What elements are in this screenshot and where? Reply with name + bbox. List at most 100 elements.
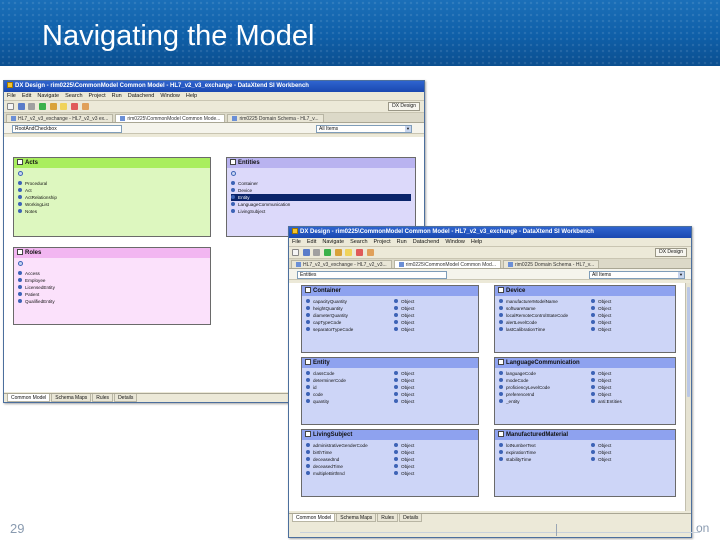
attribute-row[interactable]: capTypeCode Object	[306, 319, 474, 326]
front-window-titlebar[interactable]: DX Design - rim0225\CommonModel Common M…	[289, 227, 691, 238]
search-icon[interactable]	[345, 249, 353, 256]
menu-item-file[interactable]: File	[7, 93, 16, 99]
attribute-row[interactable]: code Object	[306, 391, 474, 398]
class-panel-livingsubject[interactable]: LivingSubject administrativeGenderCode Obj…	[301, 429, 479, 497]
editor-tab[interactable]: rim0225 Domain Schema - HL7_v...	[227, 114, 324, 122]
back-arrow-icon[interactable]	[71, 103, 79, 110]
debug-icon[interactable]	[334, 249, 342, 256]
class-list-item[interactable]: Access	[18, 270, 206, 277]
class-panel-languagecommunication[interactable]: LanguageCommunication languageCode Object m…	[494, 357, 676, 425]
class-list-item[interactable]: Procedural	[18, 180, 206, 187]
class-list-item[interactable]: Device	[231, 187, 411, 194]
menu-item-datachend[interactable]: Datachend	[413, 239, 440, 245]
front-address-field[interactable]: Entities	[297, 271, 447, 279]
roles-panel[interactable]: Roles Access Employee LicensedEntity Patien…	[13, 247, 211, 325]
run-icon[interactable]	[39, 103, 47, 110]
menu-item-project[interactable]: Project	[89, 93, 106, 99]
roles-panel-header[interactable]: Roles	[14, 248, 210, 258]
root-node-icon[interactable]	[18, 171, 23, 176]
menu-item-edit[interactable]: Edit	[307, 239, 316, 245]
class-list-item[interactable]: Patient	[18, 291, 206, 298]
perspective-switcher[interactable]: DX Design	[655, 248, 687, 257]
class-panel-entity[interactable]: Entity classCode Object determinerCode Objec…	[301, 357, 479, 425]
menu-item-navigate[interactable]: Navigate	[322, 239, 344, 245]
attribute-row[interactable]: separatorTypeCode Object	[306, 326, 474, 333]
menu-item-window[interactable]: Window	[445, 239, 465, 245]
menu-item-run[interactable]: Run	[112, 93, 122, 99]
front-filter-combo[interactable]: All Items ▼	[589, 271, 685, 279]
root-node-icon[interactable]	[231, 171, 236, 176]
menu-item-help[interactable]: Help	[186, 93, 197, 99]
attribute-row[interactable]: stabilityTime Object	[499, 456, 671, 463]
editor-tab[interactable]: rim0225\CommonModel Common Mode...	[115, 114, 226, 122]
class-list-item[interactable]: Act	[18, 187, 206, 194]
attribute-row[interactable]: lotNumberText Object	[499, 442, 671, 449]
bottom-tab-common-model[interactable]: Common Model	[7, 394, 51, 402]
attribute-row[interactable]: classCode Object	[306, 370, 474, 377]
search-icon[interactable]	[60, 103, 68, 110]
attribute-row[interactable]: preferenceInd Object	[499, 391, 671, 398]
class-list-item[interactable]: LicensedEntity	[18, 284, 206, 291]
class-list-item[interactable]: Employee	[18, 277, 206, 284]
front-model-canvas[interactable]: Container capacityQuantity Object heightQua…	[289, 283, 685, 511]
print-icon[interactable]	[28, 103, 36, 110]
attribute-row[interactable]: heightQuantity Object	[306, 305, 474, 312]
bottom-tab-rules[interactable]: Rules	[92, 394, 114, 402]
attribute-row[interactable]: expirationTime Object	[499, 449, 671, 456]
run-icon[interactable]	[324, 249, 332, 256]
bottom-tab-schema-maps[interactable]: Schema Maps	[336, 514, 377, 522]
back-arrow-icon[interactable]	[356, 249, 364, 256]
class-panel-header[interactable]: Container	[302, 286, 478, 296]
forward-arrow-icon[interactable]	[81, 103, 89, 110]
class-panel-header[interactable]: Device	[495, 286, 675, 296]
attribute-row[interactable]: lastCalibrationTime Object	[499, 326, 671, 333]
menu-item-help[interactable]: Help	[471, 239, 482, 245]
new-icon[interactable]	[7, 103, 14, 110]
bottom-tab-details[interactable]: Details	[114, 394, 138, 402]
debug-icon[interactable]	[49, 103, 57, 110]
attribute-row[interactable]: capacityQuantity Object	[306, 298, 474, 305]
attribute-row[interactable]: _entity anti:Entities	[499, 398, 671, 405]
menu-item-run[interactable]: Run	[397, 239, 407, 245]
class-panel-manufacturedmaterial[interactable]: ManufacturedMaterial lotNumberText Object e…	[494, 429, 676, 497]
class-list-item[interactable]: ActRelationship	[18, 194, 206, 201]
attribute-row[interactable]: diameterQuantity Object	[306, 312, 474, 319]
class-list-item[interactable]: Notes	[18, 208, 206, 215]
editor-tab[interactable]: HL7_v2_v3_exchange - HL7_v2_v3...	[291, 260, 392, 268]
attribute-row[interactable]: multipleBirthInd Object	[306, 470, 474, 477]
class-list-item[interactable]: LivingSubject	[231, 208, 411, 215]
class-panel-container[interactable]: Container capacityQuantity Object heightQua…	[301, 285, 479, 353]
class-panel-header[interactable]: ManufacturedMaterial	[495, 430, 675, 440]
menu-item-navigate[interactable]: Navigate	[37, 93, 59, 99]
editor-tab[interactable]: rim0225\CommonModel Common Mod...	[393, 260, 501, 268]
menu-item-edit[interactable]: Edit	[22, 93, 31, 99]
front-workbench-window[interactable]: DX Design - rim0225\CommonModel Common M…	[288, 226, 692, 538]
bottom-tab-details[interactable]: Details	[399, 514, 423, 522]
class-panel-device[interactable]: Device manufacturerModelName Object softwar…	[494, 285, 676, 353]
menu-item-search[interactable]: Search	[350, 239, 367, 245]
class-list-item[interactable]: Entity	[231, 194, 411, 201]
entities-panel[interactable]: Entities Container Device Entity LanguageCo…	[226, 157, 416, 237]
class-list-item[interactable]: LanguageCommunication	[231, 201, 411, 208]
menu-item-window[interactable]: Window	[160, 93, 180, 99]
scrollbar-thumb[interactable]	[687, 287, 690, 397]
attribute-row[interactable]: localRemoteControlStateCode Object	[499, 312, 671, 319]
attribute-row[interactable]: quantity Object	[306, 398, 474, 405]
root-node-icon[interactable]	[18, 261, 23, 266]
save-icon[interactable]	[17, 103, 25, 110]
acts-panel[interactable]: Acts Procedural Act ActRelationship Working…	[13, 157, 211, 237]
perspective-switcher[interactable]: DX Design	[388, 102, 420, 111]
attribute-row[interactable]: alertLevelCode Object	[499, 319, 671, 326]
new-icon[interactable]	[292, 249, 299, 256]
save-icon[interactable]	[302, 249, 310, 256]
chevron-down-icon[interactable]: ▼	[678, 272, 684, 278]
front-vertical-scrollbar[interactable]	[685, 283, 691, 511]
print-icon[interactable]	[313, 249, 321, 256]
editor-tab[interactable]: HL7_v2_v3_exchange - HL7_v2_v3 ex...	[6, 114, 114, 122]
attribute-row[interactable]: deceasedInd Object	[306, 456, 474, 463]
forward-arrow-icon[interactable]	[366, 249, 374, 256]
attribute-row[interactable]: deceasedTime Object	[306, 463, 474, 470]
bottom-tab-rules[interactable]: Rules	[377, 514, 399, 522]
attribute-row[interactable]: languageCode Object	[499, 370, 671, 377]
back-window-titlebar[interactable]: DX Design - rim0225\CommonModel Common M…	[4, 81, 424, 92]
